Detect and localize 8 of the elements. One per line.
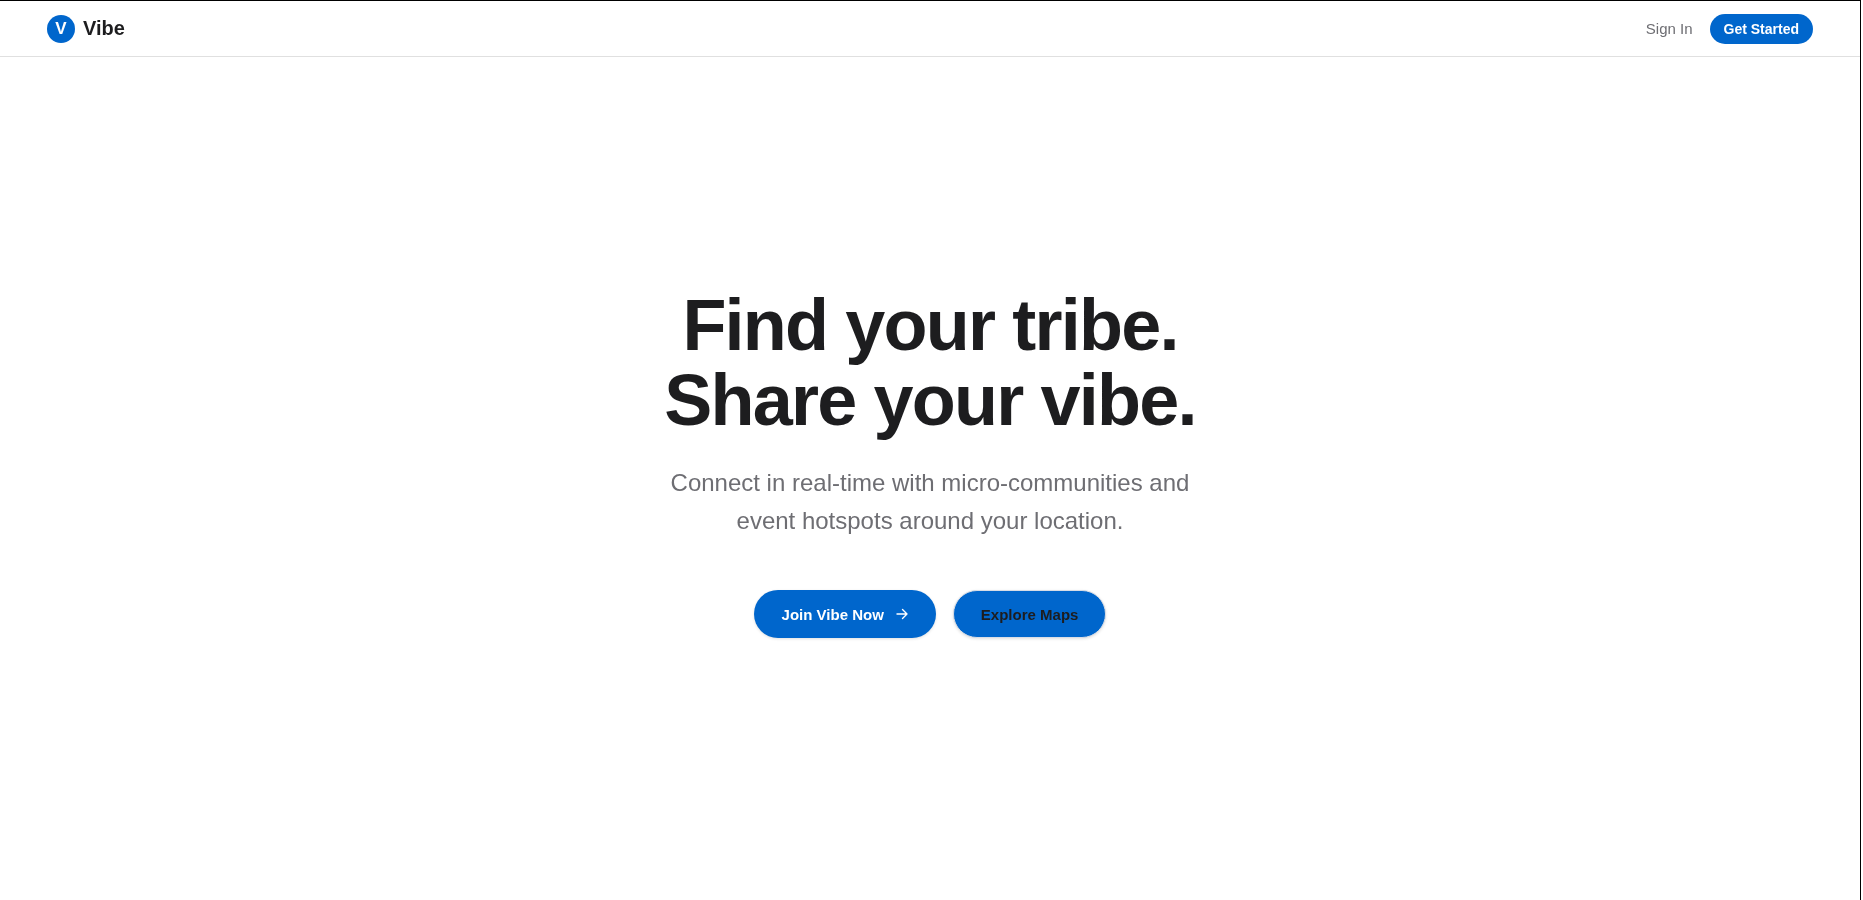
hero-subtitle: Connect in real-time with micro-communities and event hotspots around your location. — [669, 468, 1191, 536]
hero-headline: Find your tribe. Share your vibe. — [664, 288, 1196, 438]
logo-mark: V — [47, 14, 75, 43]
explore-maps-button[interactable]: Explore Maps — [952, 590, 1107, 638]
brand-name: Vibe — [83, 17, 125, 40]
get-started-button[interactable]: Get Started — [1709, 13, 1813, 44]
join-button[interactable]: Join Vibe Now — [753, 590, 936, 638]
sign-in-link[interactable]: Sign In — [1645, 20, 1693, 37]
